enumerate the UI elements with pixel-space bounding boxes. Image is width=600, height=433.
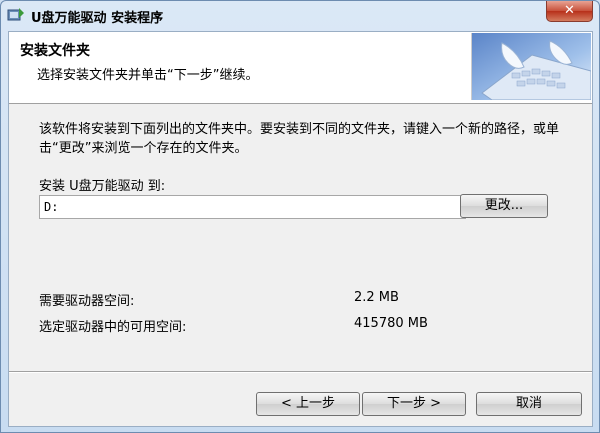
keyboard-hands-image — [471, 33, 592, 101]
next-button[interactable]: 下一步 > — [362, 392, 466, 416]
title-bar[interactable]: U盘万能驱动 安装程序 ✕ — [1, 1, 599, 31]
install-path-field[interactable]: D: — [39, 195, 466, 219]
page-title: 安装文件夹 — [20, 43, 90, 59]
close-button[interactable]: ✕ — [546, 1, 593, 22]
available-space-value: 415780 MB — [354, 316, 428, 331]
page-subtitle: 选择安装文件夹并单击“下一步”继续。 — [37, 68, 259, 83]
required-space-value: 2.2 MB — [354, 290, 399, 305]
change-button[interactable]: 更改... — [460, 194, 548, 218]
header-banner: 安装文件夹 选择安装文件夹并单击“下一步”继续。 — [9, 32, 592, 104]
installer-icon — [7, 7, 25, 23]
available-space-label: 选定驱动器中的可用空间: — [39, 320, 187, 335]
install-folder-label: 安装 U盘万能驱动 到: — [39, 179, 166, 194]
dialog-client: 安装文件夹 选择安装文件夹并单击“下一步”继续。 该软件将安装到下面列出的文件夹… — [8, 31, 593, 427]
cancel-button[interactable]: 取消 — [476, 392, 582, 416]
required-space-label: 需要驱动器空间: — [39, 294, 135, 309]
footer-divider — [9, 371, 592, 373]
back-button[interactable]: < 上一步 — [256, 392, 360, 416]
description-text: 该软件将安装到下面列出的文件夹中。要安装到不同的文件夹，请键入一个新的路径，或单… — [39, 122, 560, 156]
installer-window: U盘万能驱动 安装程序 ✕ 安装文件夹 选择安装文件夹并单击“下一步”继续。 该… — [0, 0, 600, 433]
window-title: U盘万能驱动 安装程序 — [31, 11, 164, 26]
